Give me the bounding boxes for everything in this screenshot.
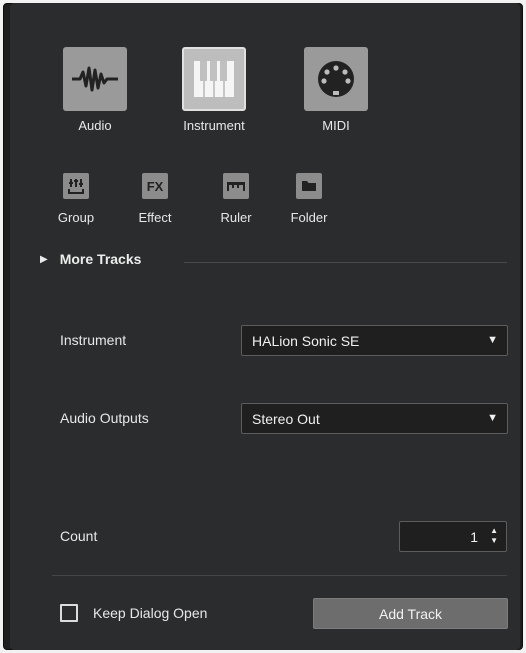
group-icon (63, 173, 89, 199)
keep-dialog-open-label[interactable]: Keep Dialog Open (93, 605, 207, 621)
count-value: 1 (470, 529, 478, 545)
track-type-ruler[interactable]: Ruler (206, 173, 266, 225)
midi-port-icon (304, 47, 368, 111)
track-type-instrument[interactable]: Instrument (174, 47, 254, 133)
dropdown-arrow-icon: ▼ (487, 334, 498, 346)
dropdown-arrow-icon: ▼ (487, 412, 498, 424)
audio-outputs-label: Audio Outputs (60, 410, 149, 426)
track-type-label: MIDI (322, 118, 350, 133)
audio-outputs-dropdown[interactable]: Stereo Out ▼ (241, 403, 508, 434)
track-type-label: Effect (138, 210, 172, 225)
track-type-group[interactable]: Group (46, 173, 106, 225)
add-track-panel: Audio Instrument MIDI Group FX Effect Ru… (10, 3, 520, 650)
track-type-label: Instrument (183, 118, 245, 133)
instrument-label: Instrument (60, 332, 127, 348)
track-type-midi[interactable]: MIDI (296, 47, 376, 133)
waveform-icon (63, 47, 127, 111)
ruler-icon (223, 173, 249, 199)
track-type-label: Audio (78, 118, 112, 133)
track-type-folder[interactable]: Folder (279, 173, 339, 225)
track-type-effect[interactable]: FX Effect (125, 173, 185, 225)
track-type-audio[interactable]: Audio (55, 47, 135, 133)
expand-triangle-icon: ▶ (40, 253, 48, 265)
track-type-label: Group (57, 210, 95, 225)
add-track-button[interactable]: Add Track (313, 598, 508, 629)
keep-dialog-open-checkbox[interactable] (60, 604, 78, 622)
count-stepper[interactable]: 1 ▲ ▼ (399, 521, 507, 552)
folder-icon (296, 173, 322, 199)
track-type-label: Folder (290, 210, 328, 225)
audio-outputs-value: Stereo Out (252, 410, 320, 427)
track-type-label: Ruler (220, 210, 252, 225)
more-tracks-label: More Tracks (59, 251, 142, 267)
fx-icon: FX (142, 173, 168, 199)
piano-keys-icon (182, 47, 246, 111)
more-tracks-toggle[interactable]: ▶ More Tracks (40, 251, 141, 267)
more-tracks-divider (184, 262, 507, 263)
instrument-dropdown[interactable]: HALion Sonic SE ▼ (241, 325, 508, 356)
spin-arrows-icon[interactable]: ▲ ▼ (490, 526, 498, 546)
count-label: Count (60, 528, 98, 544)
instrument-value: HALion Sonic SE (252, 332, 360, 349)
footer-divider (52, 575, 507, 576)
